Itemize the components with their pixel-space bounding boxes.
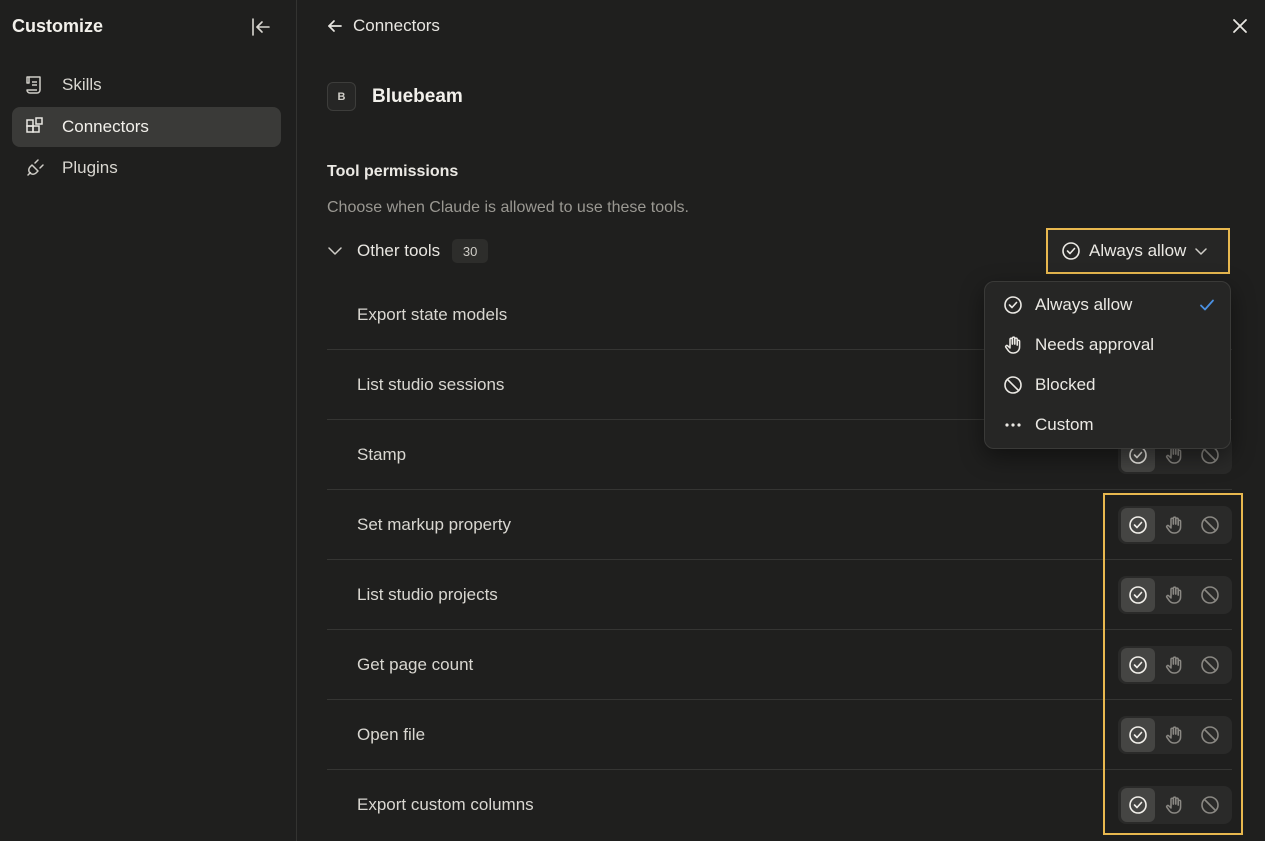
sidebar-item-plugins[interactable]: Plugins: [12, 148, 281, 188]
hand-icon: [1164, 655, 1184, 675]
tool-permission-toggle: [1118, 506, 1232, 544]
close-button[interactable]: [1229, 15, 1251, 37]
main-panel: Connectors B Bluebeam Tool permissions C…: [298, 0, 1265, 841]
hand-icon: [1164, 585, 1184, 605]
tool-row: Export custom columns: [327, 770, 1232, 840]
collapse-icon: [252, 18, 270, 36]
tool-name: Open file: [357, 724, 426, 744]
menu-item-blocked[interactable]: Blocked: [985, 365, 1230, 405]
group-permission-dropdown[interactable]: Always allow: [1046, 228, 1230, 274]
blocked-button[interactable]: [1193, 788, 1227, 822]
arrow-left-icon: [325, 16, 345, 36]
tool-row: Open file: [327, 700, 1232, 770]
blocked-button[interactable]: [1193, 578, 1227, 612]
tool-name: List studio sessions: [357, 374, 505, 394]
menu-item-label: Needs approval: [1035, 335, 1155, 354]
blocked-icon: [1200, 585, 1220, 605]
tool-row: Get page count: [327, 630, 1232, 700]
tool-group-toggle[interactable]: Other tools 30: [327, 238, 489, 264]
sidebar: Customize Skills Connectors Plugins: [0, 0, 297, 841]
needs-approval-button[interactable]: [1157, 788, 1191, 822]
tool-name: Export custom columns: [357, 795, 534, 814]
hand-icon: [1164, 515, 1184, 535]
collapse-sidebar-button[interactable]: [248, 14, 274, 40]
plug-icon: [23, 156, 47, 180]
back-to-connectors-link[interactable]: Connectors: [325, 14, 440, 38]
needs-approval-button[interactable]: [1157, 648, 1191, 682]
tool-permission-toggle: [1118, 646, 1232, 684]
chevron-down-icon: [327, 242, 345, 260]
sidebar-title: Customize: [12, 16, 104, 36]
blocked-button[interactable]: [1193, 718, 1227, 752]
blocks-icon: [23, 115, 47, 139]
tool-name: Set markup property: [357, 514, 512, 534]
back-label: Connectors: [353, 16, 440, 35]
sidebar-item-label: Plugins: [62, 158, 118, 177]
always-allow-button[interactable]: [1121, 718, 1155, 752]
menu-item-label: Always allow: [1035, 295, 1133, 314]
hand-icon: [1002, 334, 1024, 356]
check-circle-icon: [1128, 725, 1148, 745]
blocked-icon: [1200, 515, 1220, 535]
check-circle-icon: [1128, 585, 1148, 605]
blocked-button[interactable]: [1193, 508, 1227, 542]
permissions-title: Tool permissions: [327, 163, 459, 180]
check-circle-icon: [1128, 795, 1148, 815]
tool-name: Stamp: [357, 444, 407, 464]
hand-icon: [1164, 725, 1184, 745]
tool-permission-toggle: [1118, 576, 1232, 614]
chevron-down-icon: [1194, 244, 1208, 258]
always-allow-button[interactable]: [1121, 508, 1155, 542]
sidebar-item-label: Connectors: [62, 117, 149, 136]
scroll-icon: [23, 73, 47, 97]
needs-approval-button[interactable]: [1157, 718, 1191, 752]
blocked-icon: [1002, 374, 1024, 396]
menu-item-label: Custom: [1035, 415, 1094, 434]
menu-item-always-allow[interactable]: Always allow: [985, 285, 1230, 325]
connector-name: Bluebeam: [372, 86, 463, 107]
hand-icon: [1164, 795, 1184, 815]
permission-menu: Always allow Needs approval Blocked Cust…: [984, 281, 1231, 449]
checkmark-icon: [1200, 299, 1214, 311]
app-window: Customize Skills Connectors Plugins Conn…: [0, 0, 1265, 841]
check-circle-icon: [1002, 294, 1024, 316]
tool-permission-toggle: [1118, 716, 1232, 754]
needs-approval-button[interactable]: [1157, 508, 1191, 542]
tool-name: List studio projects: [357, 584, 498, 604]
menu-item-label: Blocked: [1035, 375, 1096, 394]
permissions-subtitle: Choose when Claude is allowed to use the…: [327, 199, 689, 216]
ellipsis-icon: [1002, 414, 1024, 436]
tool-row: List studio projects: [327, 560, 1232, 630]
check-circle-icon: [1061, 241, 1081, 261]
always-allow-button[interactable]: [1121, 648, 1155, 682]
always-allow-button[interactable]: [1121, 578, 1155, 612]
sidebar-item-label: Skills: [62, 75, 102, 94]
blocked-icon: [1200, 655, 1220, 675]
close-icon: [1233, 19, 1247, 33]
sidebar-item-skills[interactable]: Skills: [12, 65, 281, 105]
check-circle-icon: [1128, 515, 1148, 535]
sidebar-item-connectors[interactable]: Connectors: [12, 107, 281, 147]
tool-name: Get page count: [357, 654, 474, 674]
check-circle-icon: [1128, 655, 1148, 675]
tool-name: Export state models: [357, 304, 508, 324]
always-allow-button[interactable]: [1121, 788, 1155, 822]
blocked-icon: [1200, 725, 1220, 745]
blocked-icon: [1200, 795, 1220, 815]
tool-permission-toggle: [1118, 786, 1232, 824]
menu-item-custom[interactable]: Custom: [985, 405, 1230, 445]
group-permission-value: Always allow: [1089, 241, 1187, 260]
tool-group-label: Other tools: [357, 241, 441, 260]
blocked-button[interactable]: [1193, 648, 1227, 682]
connector-badge: B: [327, 82, 356, 111]
menu-item-needs-approval[interactable]: Needs approval: [985, 325, 1230, 365]
tool-count-badge: 30: [452, 239, 489, 263]
needs-approval-button[interactable]: [1157, 578, 1191, 612]
tool-row: Set markup property: [327, 490, 1232, 560]
